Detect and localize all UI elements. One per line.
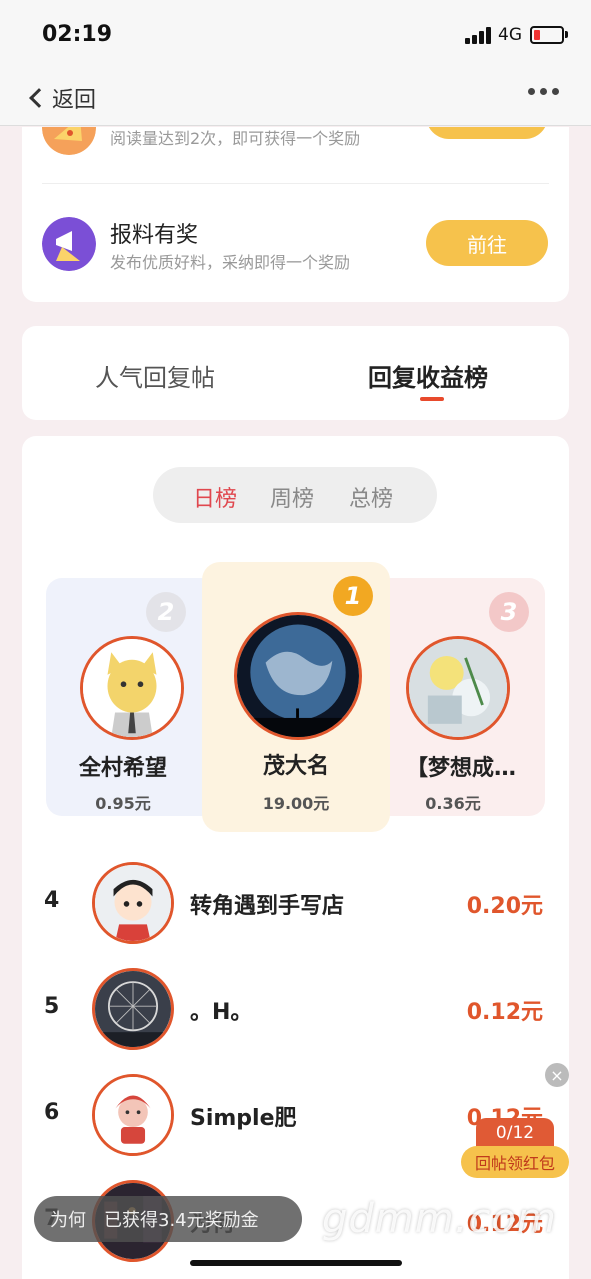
tab-underline	[420, 397, 444, 401]
avatar	[92, 862, 174, 944]
go-button[interactable]: 前往	[426, 127, 548, 139]
task-desc: 发布优质好料，采纳即得一个奖励	[110, 253, 351, 272]
medal-second: 2	[146, 592, 186, 632]
medal-third: 3	[489, 592, 529, 632]
list-name: 转角遇到手写店	[190, 894, 345, 919]
battery-icon	[530, 26, 564, 44]
tabs-card: 人气回复帖 回复收益榜	[22, 326, 569, 420]
toast-user: 为何	[50, 1210, 86, 1231]
task-row-read: 阅读量达到2次，即可获得一个奖励 前往	[22, 127, 569, 177]
rank-number: 6	[44, 1100, 60, 1125]
task-title: 报料有奖	[110, 223, 199, 248]
status-time: 02:19	[42, 22, 113, 47]
rank-number: 4	[44, 888, 60, 913]
red-packet-close-button[interactable]: ×	[545, 1063, 569, 1087]
task-row-report: 报料有奖 发布优质好料，采纳即得一个奖励 前往	[22, 211, 569, 291]
avatar[interactable]	[80, 636, 184, 740]
divider	[42, 183, 549, 184]
back-label: 返回	[52, 88, 97, 113]
status-bar: 02:19 4G	[0, 0, 591, 70]
period-total[interactable]: 总榜	[349, 481, 393, 513]
podium-amount-third: 0.36元	[425, 794, 481, 813]
red-packet-counter: 0/12	[476, 1118, 554, 1148]
more-icon[interactable]	[528, 88, 559, 95]
podium-name-first: 茂大名	[262, 754, 329, 779]
avatar[interactable]	[406, 636, 510, 740]
medal-first: 1	[333, 576, 373, 616]
go-button[interactable]: 前往	[426, 220, 548, 266]
task-card: 阅读量达到2次，即可获得一个奖励 前往 报料有奖 发布优质好料，采纳即得一个奖励…	[22, 127, 569, 302]
list-item[interactable]: 4 转角遇到手写店 0.20元	[22, 858, 569, 948]
reward-toast: 为何 已获得3.4元奖励金	[34, 1196, 302, 1242]
tab-popular-replies[interactable]: 人气回复帖	[95, 358, 215, 393]
list-amount: 0.20元	[466, 894, 543, 919]
period-switch: 日榜 周榜 总榜	[153, 467, 437, 523]
tab-reply-income-ranking[interactable]: 回复收益榜	[368, 358, 488, 393]
battery-tip	[565, 31, 568, 38]
signal-icon	[465, 26, 493, 44]
network-label: 4G	[498, 25, 522, 45]
avatar	[92, 968, 174, 1050]
period-daily[interactable]: 日榜	[193, 481, 237, 513]
watermark: gdmm.com	[322, 1196, 557, 1242]
chevron-left-icon	[29, 88, 49, 108]
nav-bar: 返回	[0, 70, 591, 126]
toast-text: 已获得3.4元奖励金	[104, 1210, 259, 1231]
red-packet-button[interactable]: 回帖领红包	[461, 1146, 569, 1178]
list-name: Simple肥	[190, 1106, 297, 1131]
rank-number: 5	[44, 994, 60, 1019]
period-weekly[interactable]: 周榜	[270, 481, 314, 513]
podium-name-second: 全村希望	[78, 756, 167, 781]
task-desc: 阅读量达到2次，即可获得一个奖励	[110, 129, 361, 148]
podium-amount-second: 0.95元	[95, 794, 151, 813]
podium-name-third: 【梦想成…	[406, 756, 517, 781]
avatar[interactable]	[234, 612, 362, 740]
avatar	[92, 1074, 174, 1156]
home-indicator	[190, 1260, 402, 1266]
list-name: 。H。	[190, 1000, 253, 1025]
podium-amount-first: 19.00元	[262, 794, 330, 813]
megaphone-icon	[42, 217, 96, 271]
pizza-icon	[42, 127, 96, 155]
back-button[interactable]: 返回	[26, 80, 96, 116]
list-amount: 0.12元	[466, 1000, 543, 1025]
list-item[interactable]: 5 。H。 0.12元	[22, 964, 569, 1054]
